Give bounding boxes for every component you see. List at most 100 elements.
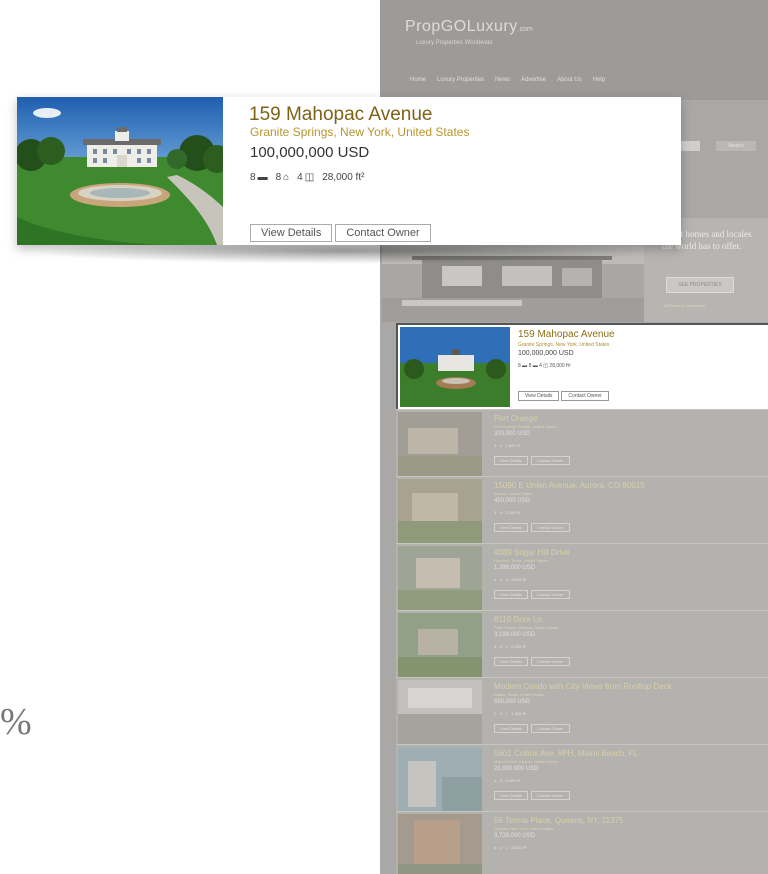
contact-owner-button[interactable]: Contact Owner [530,657,570,666]
list-item[interactable]: 56 Tennis Place, Queens, NY, 11375 Queen… [396,811,768,874]
listing-price: 1,399,000 USD [494,565,536,571]
listing-thumbnail [398,814,482,874]
featured-property-photo [17,97,223,245]
listing-actions: View Details Contact Owner [494,590,570,599]
listing-location: Houston, Texas, United States [494,558,548,563]
search-bar: Search [680,141,756,151]
listing-features: 4 · 5 · 4,000 ft² [494,778,521,783]
listing-price: 21,000,000 USD [494,766,539,772]
listing-price: 650,000 USD [494,699,531,705]
listing-title[interactable]: 159 Mahopac Avenue [518,329,615,340]
nav-item-about-us[interactable]: About Us [557,77,582,83]
listing-actions: View Details Contact Owner [494,456,570,465]
main-nav: Home Luxury Properties News Advertise Ab… [410,77,605,83]
search-button[interactable]: Search [716,141,756,151]
bed-icon: ▬ [257,172,268,183]
listing-features: 5 · 5 · 2 · 6,800 ft² [494,644,527,649]
listing-price: 320,000 USD [494,431,531,437]
featured-features: 8 ▬ 8 ⌂ 4 ◫ 28,000 ft² [250,172,364,183]
featured-title[interactable]: 159 Mahopac Avenue [249,104,432,126]
featured-location: Granite Springs, New York, United States [250,125,470,139]
listing-thumbnail [398,412,482,476]
nav-item-advertise[interactable]: Advertise [521,77,546,83]
list-item[interactable]: Modern Condo with City Views from Roofto… [396,677,768,744]
view-details-button[interactable]: View Details [250,224,333,242]
contact-owner-button[interactable]: Contact Owner [530,791,570,800]
list-item[interactable]: 4089 Sugar Hill Drive Houston, Texas, Un… [396,543,768,610]
list-item[interactable]: Port Orange Port Orange, Florida, United… [396,409,768,476]
area-size: 28,000 ft² [322,172,365,183]
listing-thumbnail [398,747,482,811]
listing-title[interactable]: 8110 Dore Ln [494,615,542,624]
listing-actions: View Details Contact Owner [494,724,570,733]
contact-owner-button[interactable]: Contact Owner [530,523,570,532]
listing-price: 450,000 USD [494,498,531,504]
site-header: PropGOLuxury.com Luxury Properties World… [380,0,768,100]
room-count: 4 ◫ [297,172,315,183]
listing-price: 3,199,000 USD [494,632,536,638]
listing-location: Port Orange, Florida, United States [494,424,557,429]
bath-icon: ⌂ [283,172,290,183]
listing-location: Granite Springs, New York, United States [518,342,610,348]
listing-title[interactable]: 56 Tennis Place, Queens, NY, 11375 [494,816,623,825]
listing-location: Aurora, United States [494,491,533,496]
listing-thumbnail [398,479,482,543]
listing-thumbnail [398,613,482,677]
nav-item-home[interactable]: Home [410,77,426,83]
list-item[interactable]: 8110 Dore Ln Falls Church, Virginia, Uni… [396,610,768,677]
listing-location: Miami Beach, Florida, United States [494,759,558,764]
nav-item-help[interactable]: Help [593,77,605,83]
site-tagline: Luxury Properties Worldwide [416,40,493,46]
nav-item-luxury-properties[interactable]: Luxury Properties [437,77,484,83]
list-item[interactable]: 15090 E Union Avenue, Aurora, CO 80015 A… [396,476,768,543]
listing-thumbnail [398,546,482,610]
featured-price: 100,000,000 USD [250,144,370,161]
bedroom-count: 8 ▬ [250,172,268,183]
listing-title[interactable]: Modern Condo with City Views from Roofto… [494,682,672,691]
contact-owner-button[interactable]: Contact Owner [335,224,431,242]
listing-features: 3 · 3 · 2,200 ft² [494,510,521,515]
listing-actions: View Details Contact Owner [494,657,570,666]
listing-price: 3,738,000 USD [494,833,536,839]
listing-actions: View Details Contact Owner [494,791,570,800]
listing-title[interactable]: 4089 Sugar Hill Drive [494,548,570,557]
list-item[interactable]: 5601 Collins Ave. #PH, Miami Beach, FL M… [396,744,768,811]
listing-location: Queens, New York, United States [494,826,554,831]
listing-actions: View Details Contact Owner [494,523,570,532]
bathroom-count: 8 ⌂ [275,172,290,183]
featured-listing-callout[interactable]: 159 Mahopac Avenue Granite Springs, New … [17,97,681,245]
see-properties-button[interactable]: SEE PROPERTIES [666,277,734,293]
contact-owner-button[interactable]: Contact Owner [530,590,570,599]
contact-owner-button[interactable]: Contact Owner [561,391,609,401]
listing-highlighted[interactable]: 159 Mahopac Avenue Granite Springs, New … [396,323,768,411]
percent-sign: % [0,701,32,743]
view-details-button[interactable]: View Details [494,456,528,465]
search-input[interactable] [680,141,700,151]
room-icon: ◫ [304,172,315,183]
listing-features: 2 · 2 · 1 · 1,300 ft² [494,711,527,716]
all-categories-link[interactable]: All Property Categories [664,303,705,308]
view-details-button[interactable]: View Details [494,523,528,532]
view-details-button[interactable]: View Details [494,657,528,666]
nav-item-news[interactable]: News [495,77,510,83]
listing-features: 6 · 4 · 1 · 3,500 ft² [494,845,527,850]
listing-title[interactable]: Port Orange [494,414,538,423]
view-details-button[interactable]: View Details [494,590,528,599]
featured-actions: View Details Contact Owner [250,224,431,242]
site-logo[interactable]: PropGOLuxury.com [405,18,533,36]
listing-title[interactable]: 5601 Collins Ave. #PH, Miami Beach, FL [494,749,638,758]
listing-actions: View Details Contact Owner [518,391,609,401]
listing-title[interactable]: 15090 E Union Avenue, Aurora, CO 80015 [494,481,645,490]
contact-owner-button[interactable]: Contact Owner [530,724,570,733]
listing-location: Falls Church, Virginia, United States [494,625,559,630]
listing-features: 4 · 4 · 3 · 3,600 ft² [494,577,527,582]
view-details-button[interactable]: View Details [494,724,528,733]
listing-thumbnail [398,680,482,744]
listing-location: Dallas, Texas, United States [494,692,544,697]
listing-features: 3 · 2 · 1,500 ft² [494,443,521,448]
view-details-button[interactable]: View Details [494,791,528,800]
listing-features: 8 ▬ 8 ▬ 4 ◫ 28,000 ft² [518,363,571,369]
contact-owner-button[interactable]: Contact Owner [530,456,570,465]
listing-price: 100,000,000 USD [518,350,574,357]
view-details-button[interactable]: View Details [518,391,560,401]
